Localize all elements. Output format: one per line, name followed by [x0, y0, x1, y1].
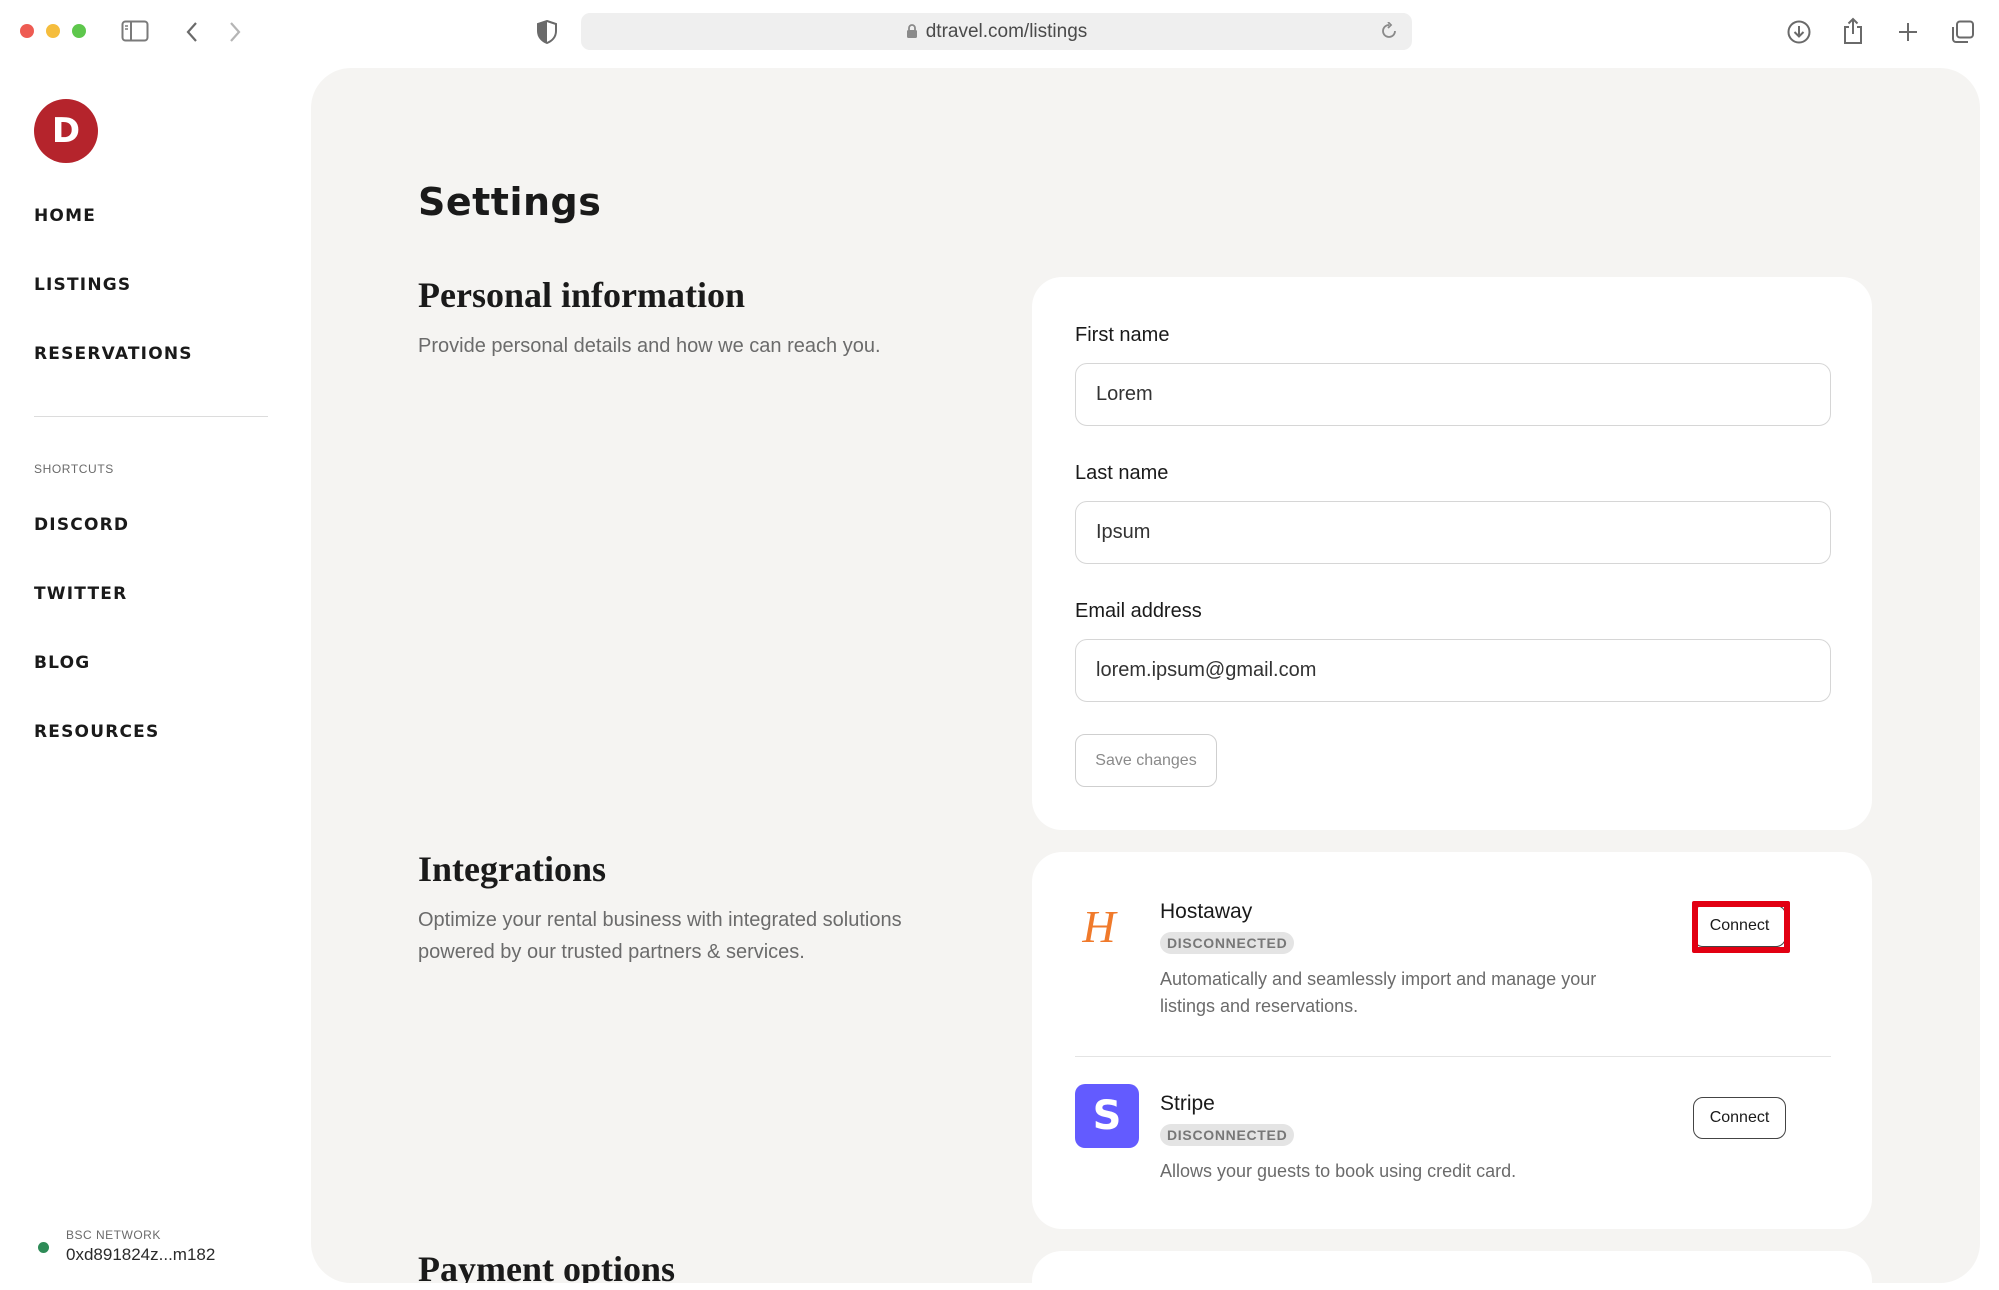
last-name-label: Last name	[1075, 462, 1169, 484]
hostaway-logo-icon: H	[1078, 900, 1120, 952]
sidebar-toggle-icon[interactable]	[121, 19, 149, 43]
hostaway-connect-button[interactable]: Connect	[1693, 905, 1786, 947]
logo-letter: D	[51, 111, 81, 151]
integration-divider	[1075, 1056, 1831, 1057]
hostaway-logo-glyph: H	[1082, 900, 1116, 952]
hostaway-status-badge: DISCONNECTED	[1160, 932, 1295, 954]
back-arrow-icon[interactable]	[182, 20, 202, 44]
first-name-label: First name	[1075, 324, 1170, 346]
sidebar-divider	[34, 416, 268, 417]
nav-item-home[interactable]: HOME	[34, 206, 96, 226]
sidebar: D HOME LISTINGS RESERVATIONS SHORTCUTS D…	[0, 64, 310, 1290]
integrations-description: Optimize your rental business with integ…	[418, 909, 902, 963]
nav-item-reservations[interactable]: RESERVATIONS	[34, 344, 193, 364]
download-icon[interactable]	[1786, 19, 1812, 45]
payment-options-card	[1032, 1251, 1872, 1283]
personal-info-description: Provide personal details and how we can …	[418, 335, 881, 357]
personal-info-title: Personal information	[418, 275, 745, 315]
last-name-input[interactable]	[1075, 501, 1831, 564]
hostaway-name: Hostaway	[1160, 900, 1253, 923]
integrations-card: H Hostaway DISCONNECTED Automatically an…	[1032, 852, 1872, 1229]
browser-toolbar: dtravel.com/listings	[0, 0, 1999, 64]
stripe-name: Stripe	[1160, 1092, 1215, 1115]
dtravel-logo[interactable]: D	[34, 99, 98, 163]
main-panel: Settings Personal information Provide pe…	[311, 68, 1980, 1283]
save-changes-button[interactable]: Save changes	[1075, 734, 1217, 787]
zoom-window-button[interactable]	[72, 24, 86, 38]
reload-icon[interactable]	[1380, 21, 1398, 46]
stripe-connect-button[interactable]: Connect	[1693, 1097, 1786, 1139]
minimize-window-button[interactable]	[46, 24, 60, 38]
shortcut-discord[interactable]: DISCORD	[34, 515, 129, 535]
shortcut-twitter[interactable]: TWITTER	[34, 584, 127, 604]
page-title: Settings	[418, 180, 602, 224]
tab-overview-icon[interactable]	[1950, 19, 1976, 45]
share-icon[interactable]	[1841, 16, 1865, 46]
forward-arrow-icon[interactable]	[225, 20, 245, 44]
new-tab-icon[interactable]	[1896, 20, 1920, 44]
payment-options-title: Payment options	[418, 1249, 676, 1283]
lock-icon	[906, 24, 918, 39]
stripe-logo-icon: S	[1075, 1084, 1139, 1148]
nav-item-listings[interactable]: LISTINGS	[34, 275, 131, 295]
hostaway-description: Automatically and seamlessly import and …	[1160, 969, 1597, 1016]
email-label: Email address	[1075, 600, 1202, 622]
email-input[interactable]	[1075, 639, 1831, 702]
shortcut-blog[interactable]: BLOG	[34, 653, 90, 673]
first-name-input[interactable]	[1075, 363, 1831, 426]
address-bar[interactable]: dtravel.com/listings	[581, 13, 1412, 50]
url-text: dtravel.com/listings	[925, 20, 1088, 42]
network-status-dot	[38, 1242, 49, 1253]
wallet-address: 0xd891824z...m182	[66, 1245, 216, 1264]
shortcuts-label: SHORTCUTS	[34, 462, 114, 476]
network-label: BSC NETWORK	[66, 1228, 161, 1242]
stripe-status-badge: DISCONNECTED	[1160, 1124, 1295, 1146]
close-window-button[interactable]	[20, 24, 34, 38]
shortcut-resources[interactable]: RESOURCES	[34, 722, 159, 742]
privacy-shield-icon[interactable]	[535, 19, 559, 45]
stripe-description: Allows your guests to book using credit …	[1160, 1161, 1517, 1181]
integrations-title: Integrations	[418, 849, 606, 889]
stripe-logo-glyph: S	[1092, 1093, 1122, 1139]
personal-info-card: First name Last name Email address Save …	[1032, 277, 1872, 830]
